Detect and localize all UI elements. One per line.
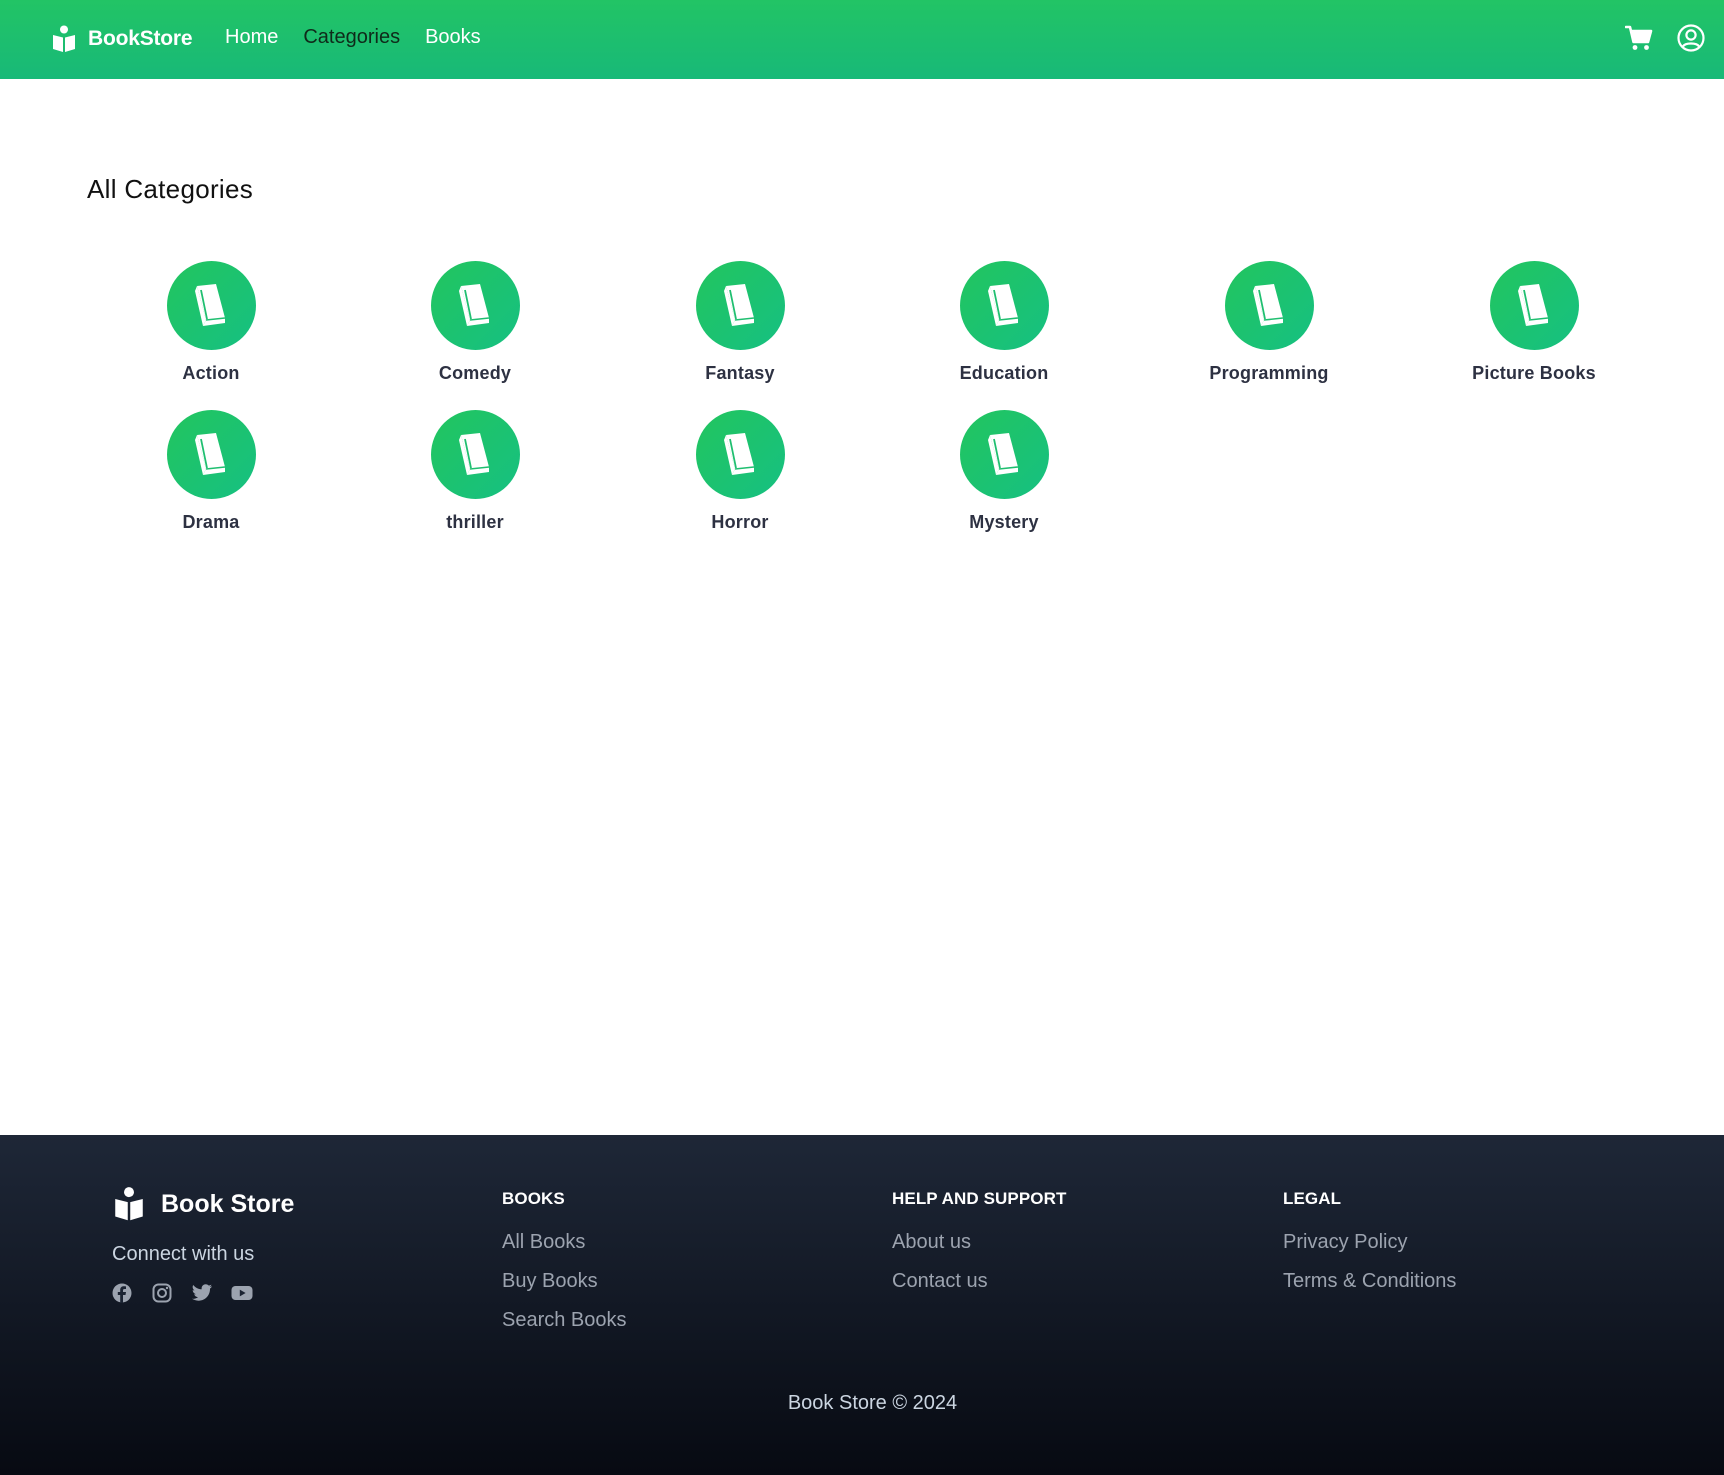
category-card-fantasy[interactable]: Fantasy <box>640 261 840 384</box>
category-card-picture-books[interactable]: Picture Books <box>1434 261 1634 384</box>
book-icon <box>718 431 762 479</box>
book-icon <box>982 431 1026 479</box>
brand-name: BookStore <box>88 27 193 50</box>
book-icon <box>718 282 762 330</box>
nav-link-home[interactable]: Home <box>225 26 278 49</box>
footer-brand[interactable]: Book Store <box>114 1186 294 1222</box>
facebook-icon[interactable] <box>111 1282 133 1304</box>
category-card-programming[interactable]: Programming <box>1169 261 1369 384</box>
footer-heading: BOOKS <box>502 1189 565 1208</box>
youtube-icon[interactable] <box>231 1282 253 1304</box>
book-icon <box>1512 282 1556 330</box>
twitter-icon[interactable] <box>191 1282 213 1304</box>
book-icon <box>189 431 233 479</box>
category-label: Mystery <box>969 512 1039 532</box>
category-circle <box>1489 261 1579 350</box>
book-icon <box>982 282 1026 330</box>
category-card-thriller[interactable]: thriller <box>375 410 575 533</box>
footer-col-books: BOOKS All Books Buy Books Search Books <box>502 1189 627 1348</box>
user-circle-icon[interactable] <box>1676 22 1706 54</box>
footer-heading: HELP AND SUPPORT <box>892 1189 1067 1208</box>
social-links <box>111 1282 253 1304</box>
book-icon <box>1247 282 1291 330</box>
category-label: thriller <box>446 512 504 532</box>
category-label: Horror <box>711 512 769 532</box>
category-card-education[interactable]: Education <box>904 261 1104 384</box>
footer-col-help: HELP AND SUPPORT About us Contact us <box>892 1189 1066 1309</box>
nav-link-books[interactable]: Books <box>425 26 481 49</box>
category-card-mystery[interactable]: Mystery <box>904 410 1104 533</box>
category-circle <box>695 410 785 499</box>
category-circle <box>959 410 1049 499</box>
main-nav: Home Categories Books <box>225 26 481 49</box>
cart-icon[interactable] <box>1624 22 1654 54</box>
category-label: Fantasy <box>705 363 775 383</box>
footer-link-search-books[interactable]: Search Books <box>502 1309 627 1332</box>
category-label: Action <box>182 363 240 383</box>
footer-col-legal: LEGAL Privacy Policy Terms & Conditions <box>1283 1189 1456 1309</box>
book-icon <box>453 282 497 330</box>
category-card-drama[interactable]: Drama <box>111 410 311 533</box>
category-card-horror[interactable]: Horror <box>640 410 840 533</box>
instagram-icon[interactable] <box>151 1282 173 1304</box>
category-circle <box>166 410 256 499</box>
category-circle <box>695 261 785 350</box>
category-circle <box>1224 261 1314 350</box>
brand-logo-link[interactable]: BookStore <box>52 25 193 53</box>
footer-link-about[interactable]: About us <box>892 1231 1066 1254</box>
category-circle <box>959 261 1049 350</box>
category-card-comedy[interactable]: Comedy <box>375 261 575 384</box>
category-label: Picture Books <box>1472 363 1596 383</box>
book-reader-icon <box>114 1186 144 1222</box>
category-circle <box>166 261 256 350</box>
book-icon <box>189 282 233 330</box>
category-label: Education <box>959 363 1049 383</box>
footer-link-privacy[interactable]: Privacy Policy <box>1283 1231 1456 1254</box>
footer-heading: LEGAL <box>1283 1189 1342 1208</box>
footer-link-buy-books[interactable]: Buy Books <box>502 1270 627 1293</box>
category-label: Drama <box>182 512 240 532</box>
book-icon <box>453 431 497 479</box>
footer-brand-name: Book Store <box>161 1189 295 1218</box>
category-circle <box>430 261 520 350</box>
category-circle <box>430 410 520 499</box>
connect-label: Connect with us <box>112 1243 255 1265</box>
category-label: Programming <box>1209 363 1329 383</box>
nav-link-categories[interactable]: Categories <box>303 26 400 49</box>
page-title: All Categories <box>87 174 254 204</box>
footer-link-all-books[interactable]: All Books <box>502 1231 627 1254</box>
copyright-text: Book Store © 2024 <box>787 1392 958 1414</box>
footer-link-contact[interactable]: Contact us <box>892 1270 1066 1293</box>
category-label: Comedy <box>438 363 512 383</box>
header-actions <box>1624 22 1706 54</box>
top-navbar: BookStore Home Categories Books <box>0 0 1724 79</box>
footer-link-terms[interactable]: Terms & Conditions <box>1283 1270 1456 1293</box>
category-card-action[interactable]: Action <box>111 261 311 384</box>
book-reader-icon <box>52 25 76 53</box>
site-footer: Book Store Connect with us BOOKS All Boo… <box>0 1135 1724 1475</box>
